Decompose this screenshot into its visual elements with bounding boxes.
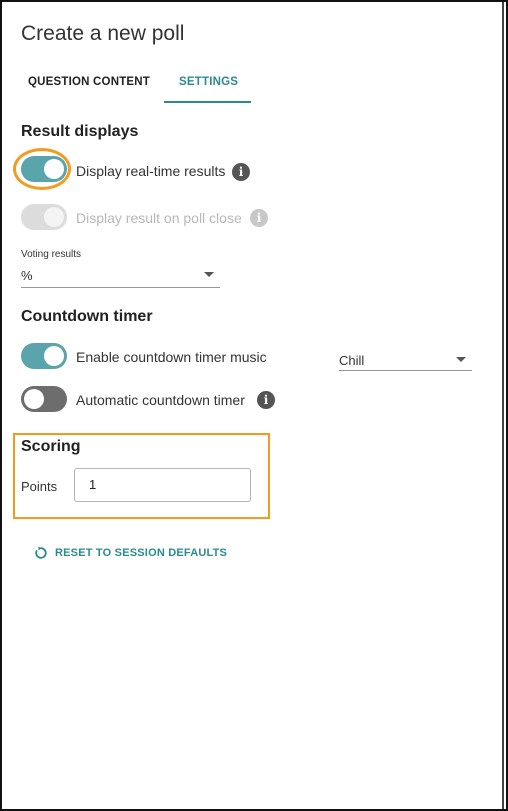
countdown-heading: Countdown timer [21, 308, 153, 325]
music-track-select[interactable]: Chill [339, 350, 472, 371]
auto-countdown-label: Automatic countdown timer [76, 392, 245, 408]
toggle-knob [24, 389, 44, 409]
music-track-value: Chill [339, 353, 365, 368]
result-on-close-toggle[interactable] [21, 204, 67, 230]
auto-countdown-toggle[interactable] [21, 386, 67, 412]
countdown-music-toggle[interactable] [21, 343, 67, 369]
chevron-down-icon [204, 272, 214, 277]
result-on-close-label: Display result on poll close [76, 210, 242, 226]
toggle-knob [44, 346, 64, 366]
voting-results-label: Voting results [21, 249, 82, 260]
points-label: Points [21, 479, 58, 494]
active-tab-indicator [164, 101, 251, 103]
info-icon[interactable]: i [232, 163, 250, 181]
toggle-knob [44, 159, 64, 179]
realtime-results-toggle[interactable] [21, 156, 67, 182]
tab-question-content[interactable]: QUESTION CONTENT [28, 76, 150, 88]
info-icon[interactable]: i [257, 391, 275, 409]
scoring-heading: Scoring [21, 438, 81, 455]
reset-defaults-label: RESET TO SESSION DEFAULTS [55, 547, 228, 559]
realtime-results-label: Display real-time results [76, 163, 226, 179]
dialog-title: Create a new poll [21, 22, 185, 45]
voting-results-value: % [21, 268, 33, 283]
voting-results-select[interactable]: % [21, 265, 220, 288]
scrollbar-edge [502, 2, 504, 809]
poll-dialog: Create a new poll QUESTION CONTENT SETTI… [0, 0, 508, 811]
toggle-knob [44, 207, 64, 227]
reset-icon [35, 546, 47, 559]
result-displays-heading: Result displays [21, 123, 139, 140]
points-input[interactable]: 1 [74, 468, 251, 502]
countdown-music-label: Enable countdown timer music [76, 349, 267, 365]
info-icon: i [250, 209, 268, 227]
tab-bar: QUESTION CONTENT SETTINGS [2, 62, 502, 104]
chevron-down-icon [456, 357, 466, 362]
tab-settings[interactable]: SETTINGS [179, 76, 238, 88]
